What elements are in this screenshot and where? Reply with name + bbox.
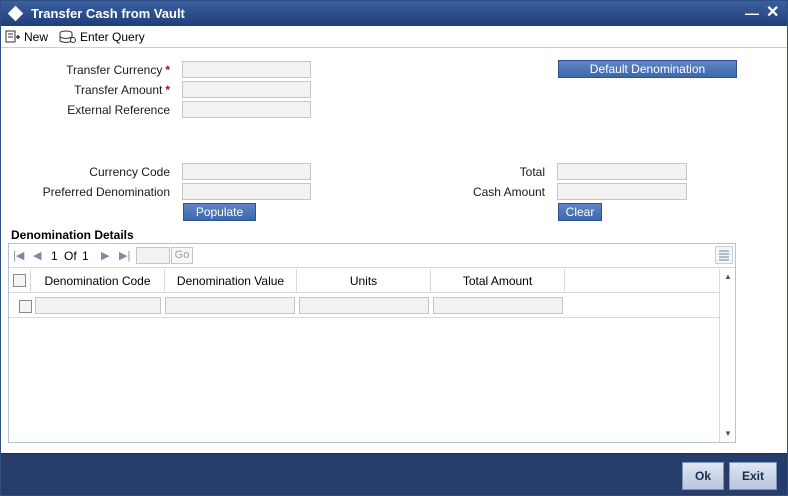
- total-field[interactable]: [557, 163, 687, 180]
- transfer-amount-field[interactable]: [182, 81, 311, 98]
- currency-code-label: Currency Code: [89, 165, 170, 179]
- transfer-amount-label: Transfer Amount *: [74, 83, 170, 97]
- list-view-icon[interactable]: [715, 246, 733, 264]
- pager-of-label: Of: [64, 249, 77, 263]
- cash-amount-label: Cash Amount: [472, 185, 545, 199]
- first-page-icon[interactable]: |◀: [13, 249, 24, 262]
- pager-current: 1: [51, 249, 58, 263]
- query-database-icon: [59, 30, 76, 43]
- new-document-icon: [5, 30, 20, 43]
- preferred-denomination-label: Preferred Denomination: [42, 185, 170, 199]
- new-button[interactable]: New: [5, 28, 48, 46]
- preferred-denomination-field[interactable]: [182, 183, 311, 200]
- required-marker: *: [165, 83, 170, 97]
- populate-button[interactable]: Populate: [183, 203, 256, 221]
- toolbar: New Enter Query: [1, 26, 787, 48]
- pager: |◀ ◀ 1 Of 1 ▶ ▶| Go: [9, 244, 735, 268]
- footer-bar: Ok Exit: [1, 453, 787, 495]
- last-page-icon[interactable]: ▶|: [119, 249, 130, 262]
- denomination-value-input[interactable]: [165, 297, 295, 314]
- next-page-icon[interactable]: ▶: [101, 249, 109, 262]
- scroll-up-icon[interactable]: ▲: [724, 272, 732, 281]
- enter-query-label: Enter Query: [80, 30, 145, 44]
- default-denomination-button[interactable]: Default Denomination: [558, 60, 737, 78]
- dialog-window: Transfer Cash from Vault — ✕ New Enter Q…: [0, 0, 788, 496]
- go-button[interactable]: Go: [171, 247, 193, 264]
- minimize-icon[interactable]: —: [745, 5, 759, 21]
- external-reference-label: External Reference: [67, 103, 170, 117]
- transfer-currency-label: Transfer Currency *: [66, 63, 170, 77]
- title-bar[interactable]: Transfer Cash from Vault — ✕: [1, 1, 787, 26]
- denomination-details-title: Denomination Details: [11, 228, 134, 242]
- page-number-input[interactable]: [136, 247, 170, 264]
- new-button-label: New: [24, 30, 49, 44]
- external-reference-field[interactable]: [182, 101, 311, 118]
- window-title: Transfer Cash from Vault: [31, 6, 185, 21]
- ok-button[interactable]: Ok: [682, 462, 724, 490]
- close-icon[interactable]: ✕: [766, 2, 779, 22]
- units-input[interactable]: [299, 297, 429, 314]
- total-label: Total: [519, 165, 545, 179]
- column-header-total-amount[interactable]: Total Amount: [431, 269, 565, 293]
- column-header-denomination-code[interactable]: Denomination Code: [31, 269, 165, 293]
- select-all-cell: [9, 269, 31, 293]
- column-header-units[interactable]: Units: [297, 269, 431, 293]
- required-marker: *: [165, 63, 170, 77]
- app-diamond-icon: [7, 5, 24, 22]
- scroll-down-icon[interactable]: ▼: [724, 429, 732, 438]
- pager-total: 1: [82, 249, 89, 263]
- row-checkbox[interactable]: [19, 300, 32, 313]
- denomination-code-input[interactable]: [35, 297, 161, 314]
- cash-amount-field[interactable]: [557, 183, 687, 200]
- table-row: [9, 294, 719, 318]
- grid-header: Denomination Code Denomination Value Uni…: [9, 269, 719, 293]
- transfer-currency-field[interactable]: [182, 61, 311, 78]
- denomination-grid: |◀ ◀ 1 Of 1 ▶ ▶| Go Denomination Code De…: [8, 243, 736, 443]
- exit-button[interactable]: Exit: [729, 462, 777, 490]
- clear-button[interactable]: Clear: [558, 203, 602, 221]
- previous-page-icon[interactable]: ◀: [33, 249, 41, 262]
- column-header-denomination-value[interactable]: Denomination Value: [165, 269, 297, 293]
- enter-query-button[interactable]: Enter Query: [59, 28, 145, 46]
- total-amount-input[interactable]: [433, 297, 563, 314]
- select-all-checkbox[interactable]: [13, 274, 26, 287]
- currency-code-field[interactable]: [182, 163, 311, 180]
- vertical-scrollbar[interactable]: ▲ ▼: [719, 269, 735, 442]
